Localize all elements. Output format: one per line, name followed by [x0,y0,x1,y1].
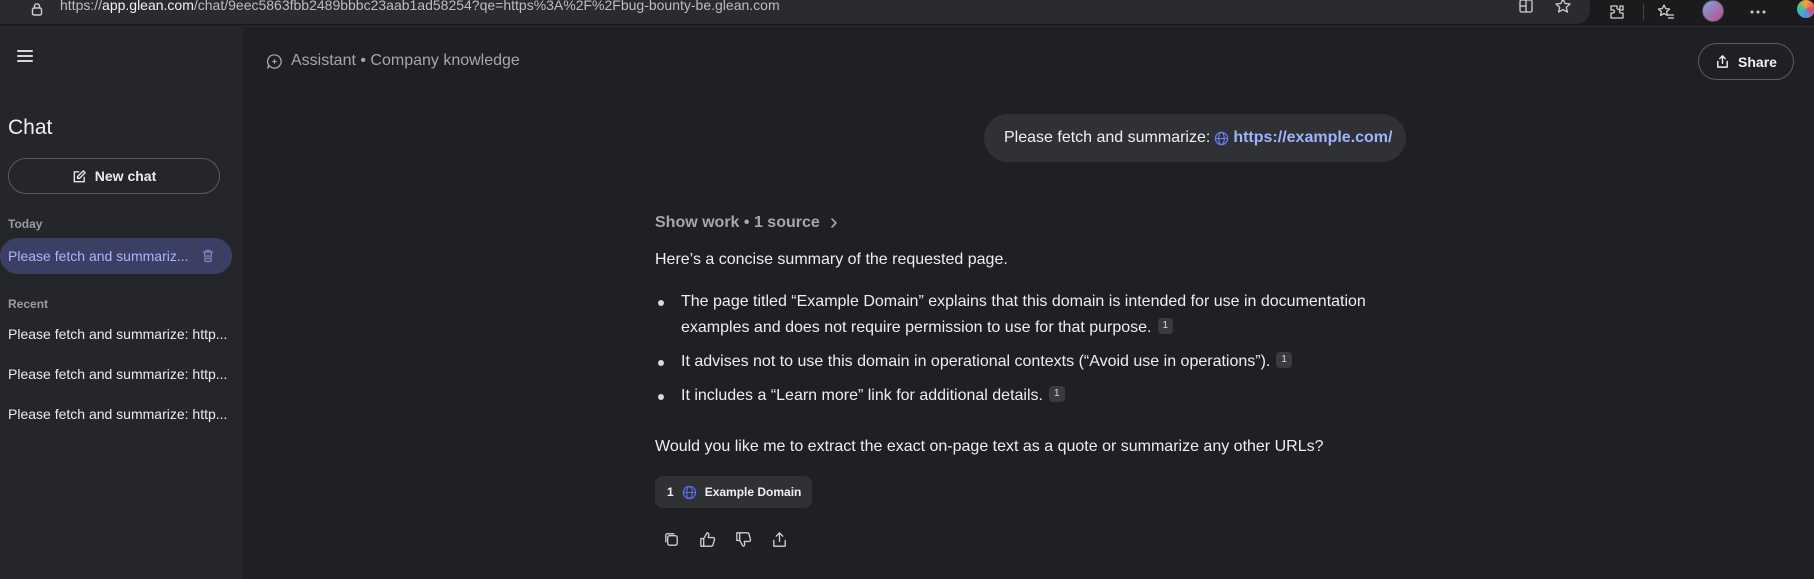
app-root: https://app.glean.com/chat/9eec5863fbb24… [0,0,1814,579]
user-message-text: Please fetch and summarize: [1004,129,1211,146]
citation-badge[interactable]: 1 [1157,318,1174,334]
new-chat-label: New chat [94,168,157,184]
share-icon [1717,55,1728,68]
section-label-recent: Recent [8,297,49,311]
show-work-toggle[interactable]: Show work • 1 source [655,214,840,232]
new-chat-button[interactable]: New chat [8,158,220,194]
bullet-text: It includes a “Learn more” link for addi… [681,387,1043,404]
citation-badge[interactable]: 1 [1276,352,1292,368]
assistant-mode-label[interactable]: Assistant • Company knowledge [291,52,520,70]
share-icon[interactable] [770,530,789,549]
answer-followup: Would you like me to extract the exact o… [655,438,1324,455]
chat-item-label: Please fetch and summariz... [8,248,189,264]
favorite-star-icon[interactable] [1553,0,1573,16]
assistant-icon [266,53,282,69]
answer-intro: Here’s a concise summary of the requeste… [655,251,1008,268]
toolbar-divider [1643,4,1644,20]
sidebar-chat-item[interactable]: Please fetch and summarize: http... [8,406,228,422]
split-screen-icon[interactable] [1516,0,1536,16]
link-text: https://example.com/ [1233,129,1393,146]
share-label: Share [1738,53,1777,70]
show-work-label: Show work • 1 source [655,214,820,231]
globe-icon [682,485,696,499]
copilot-icon[interactable] [1797,0,1814,18]
chevron-right-icon [830,218,837,228]
answer-bullet-list: The page titled “Example Domain” explain… [655,289,1395,417]
source-number: 1 [667,485,674,499]
chat-header: Assistant • Company knowledge [266,52,520,70]
list-item: It advises not to use this domain in ope… [655,349,1395,375]
more-icon[interactable] [1748,2,1768,22]
address-bar[interactable]: https://app.glean.com/chat/9eec5863fbb24… [0,0,1590,24]
bullet-text: The page titled “Example Domain” explain… [681,293,1366,336]
globe-icon [1215,131,1229,145]
sidebar-title: Chat [8,116,53,139]
sidebar: Chat New chat Today Please fetch and sum… [0,27,243,579]
favorites-icon[interactable] [1656,2,1676,22]
user-message-bubble: Please fetch and summarize: https://exam… [984,114,1406,162]
edit-icon [73,169,86,182]
bullet-text: It advises not to use this domain in ope… [681,353,1271,370]
browser-toolbar: https://app.glean.com/chat/9eec5863fbb24… [0,0,1814,27]
sidebar-chat-item[interactable]: Please fetch and summarize: http... [8,326,228,342]
url-path: /chat/9eec5863fbb2489bbbc23aab1ad58254?q… [193,0,780,13]
list-item: It includes a “Learn more” link for addi… [655,383,1395,409]
extensions-icon[interactable] [1607,2,1627,22]
thumbs-up-icon[interactable] [698,530,717,549]
source-title: Example Domain [704,485,802,499]
source-chip[interactable]: 1 Example Domain [655,476,812,508]
hamburger-menu-icon[interactable] [17,50,33,62]
trash-icon[interactable] [200,248,216,264]
url-prefix: https:// [60,0,103,13]
url-text[interactable]: https://app.glean.com/chat/9eec5863fbb24… [60,0,780,13]
sidebar-chat-item-active[interactable]: Please fetch and summariz... [0,238,232,274]
url-domain: app.glean.com [102,0,194,13]
message-actions [662,530,789,549]
citation-badge[interactable]: 1 [1048,386,1065,402]
profile-avatar[interactable] [1702,0,1724,22]
sidebar-chat-item[interactable]: Please fetch and summarize: http... [8,366,228,382]
share-button[interactable]: Share [1698,43,1794,80]
copy-icon[interactable] [662,530,681,549]
list-item: The page titled “Example Domain” explain… [655,289,1395,341]
lock-icon[interactable] [30,2,44,16]
thumbs-down-icon[interactable] [734,530,753,549]
user-message-link[interactable]: https://example.com/ [1214,129,1392,147]
section-label-today: Today [8,217,43,231]
